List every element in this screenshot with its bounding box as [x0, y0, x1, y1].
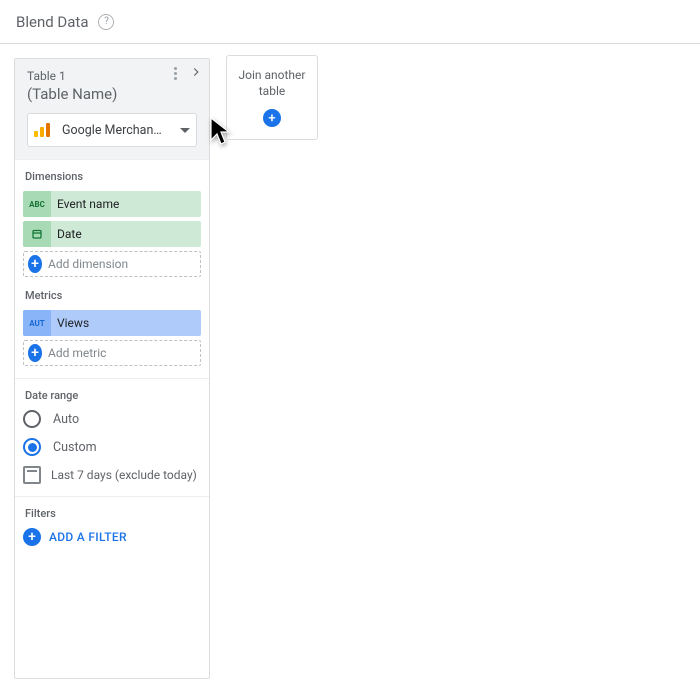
- text-type-icon: ABC: [23, 191, 51, 217]
- table-name[interactable]: (Table Name): [27, 85, 197, 103]
- plus-icon: +: [28, 344, 42, 362]
- radio-checked-icon: [23, 438, 41, 456]
- calendar-icon: [23, 466, 41, 484]
- add-dimension-button[interactable]: + Add dimension: [23, 251, 201, 277]
- auto-type-icon: AUT: [23, 310, 51, 336]
- plus-icon: +: [263, 109, 281, 127]
- chevron-right-icon[interactable]: [187, 63, 205, 81]
- more-icon[interactable]: [167, 65, 183, 81]
- date-range-value-display[interactable]: Last 7 days (exclude today): [23, 466, 201, 484]
- join-card-label: Join another table: [233, 68, 311, 99]
- dimension-chip[interactable]: Date: [23, 221, 201, 247]
- data-source-name: Google Merchan…: [62, 123, 174, 138]
- metric-name: Views: [51, 316, 89, 330]
- spacer: [15, 558, 209, 678]
- date-range-label: Date range: [23, 389, 201, 402]
- dimension-name: Event name: [51, 197, 119, 211]
- table-card: Table 1 (Table Name) Google Merchan… Dim…: [14, 58, 210, 679]
- metrics-label: Metrics: [23, 289, 201, 302]
- join-another-table-card[interactable]: Join another table +: [226, 55, 318, 140]
- analytics-icon: [34, 123, 56, 137]
- metrics-section: Metrics AUT Views + Add metric: [15, 289, 209, 378]
- data-source-select[interactable]: Google Merchan…: [27, 113, 197, 147]
- date-range-section: Date range Auto Custom Last 7 days (excl…: [15, 378, 209, 496]
- date-auto-label: Auto: [53, 412, 79, 427]
- table-header: Table 1 (Table Name) Google Merchan…: [15, 59, 209, 159]
- add-dimension-label: Add dimension: [48, 257, 128, 271]
- dimension-name: Date: [51, 227, 82, 241]
- date-value: Last 7 days (exclude today): [51, 468, 197, 482]
- date-custom-label: Custom: [53, 440, 97, 455]
- caret-down-icon: [180, 128, 190, 133]
- add-metric-label: Add metric: [48, 346, 106, 360]
- add-filter-button[interactable]: + ADD A FILTER: [23, 528, 201, 546]
- plus-icon: +: [23, 528, 41, 546]
- add-filter-label: ADD A FILTER: [49, 530, 127, 544]
- date-range-custom-radio[interactable]: Custom: [23, 438, 201, 456]
- dimensions-label: Dimensions: [23, 170, 201, 183]
- filters-label: Filters: [23, 507, 201, 520]
- blend-canvas: Table 1 (Table Name) Google Merchan… Dim…: [0, 44, 700, 693]
- plus-icon: +: [28, 255, 42, 273]
- page-title: Blend Data: [16, 13, 88, 31]
- app-header: Blend Data ?: [0, 0, 700, 44]
- help-icon[interactable]: ?: [98, 14, 114, 30]
- dimensions-section: Dimensions ABC Event name Date + Add dim…: [15, 159, 209, 289]
- add-metric-button[interactable]: + Add metric: [23, 340, 201, 366]
- radio-unchecked-icon: [23, 410, 41, 428]
- dimension-chip[interactable]: ABC Event name: [23, 191, 201, 217]
- date-type-icon: [23, 221, 51, 247]
- date-range-auto-radio[interactable]: Auto: [23, 410, 201, 428]
- metric-chip[interactable]: AUT Views: [23, 310, 201, 336]
- filters-section: Filters + ADD A FILTER: [15, 496, 209, 558]
